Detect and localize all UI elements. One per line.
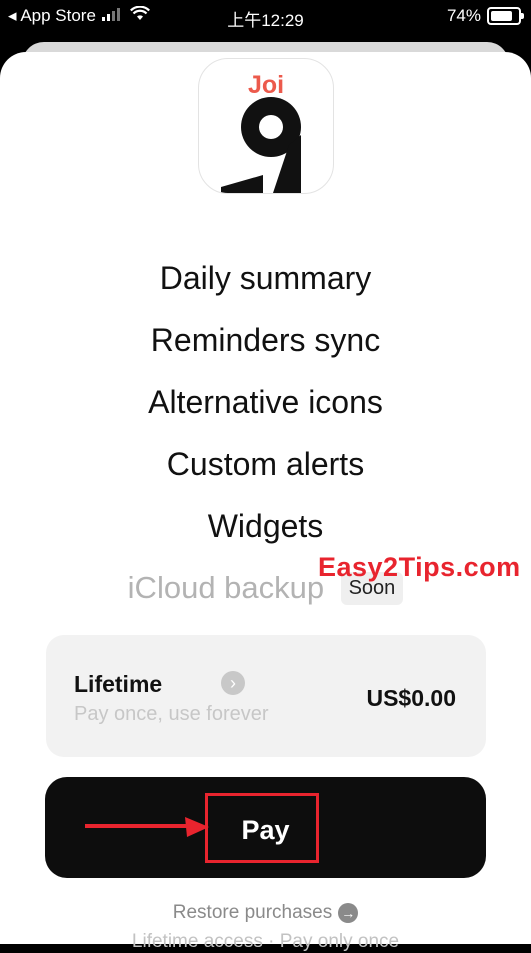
app-icon: Joi — [198, 58, 334, 194]
plan-title: Lifetime — [74, 671, 163, 697]
arrow-right-circle-icon: → — [338, 902, 359, 923]
upcoming-feature-label: iCloud backup — [127, 570, 325, 605]
feature-item: Alternative icons — [148, 384, 383, 420]
feature-item: Widgets — [207, 508, 324, 544]
feature-item: Reminders sync — [150, 322, 381, 358]
annotation-highlight-box — [205, 793, 319, 863]
lifetime-plan-card[interactable]: Lifetime › Pay once, use forever US$0.00 — [46, 635, 486, 757]
plan-price: US$0.00 — [366, 685, 456, 711]
battery-percent: 74% — [446, 6, 481, 25]
watermark: Easy2Tips.com — [318, 552, 521, 582]
footnote: Lifetime access · Pay only once — [131, 931, 400, 952]
restore-purchases-label: Restore purchases — [172, 902, 333, 923]
battery-fill — [491, 11, 512, 21]
restore-purchases-link[interactable]: Restore purchases → — [0, 902, 531, 924]
feature-item: Custom alerts — [166, 446, 365, 482]
chevron-right-icon[interactable]: › — [221, 671, 245, 695]
pay-button[interactable]: Pay — [45, 777, 486, 878]
status-bar: ◂ App Store 上午12:29 74% — [0, 0, 531, 32]
app-icon-nine-glyph — [221, 97, 301, 193]
annotation-arrow-icon — [85, 817, 209, 837]
battery-icon — [487, 7, 524, 25]
feature-item: Daily summary — [159, 260, 372, 296]
plan-subtitle: Pay once, use forever — [74, 703, 269, 725]
status-right: 74% — [446, 6, 524, 26]
